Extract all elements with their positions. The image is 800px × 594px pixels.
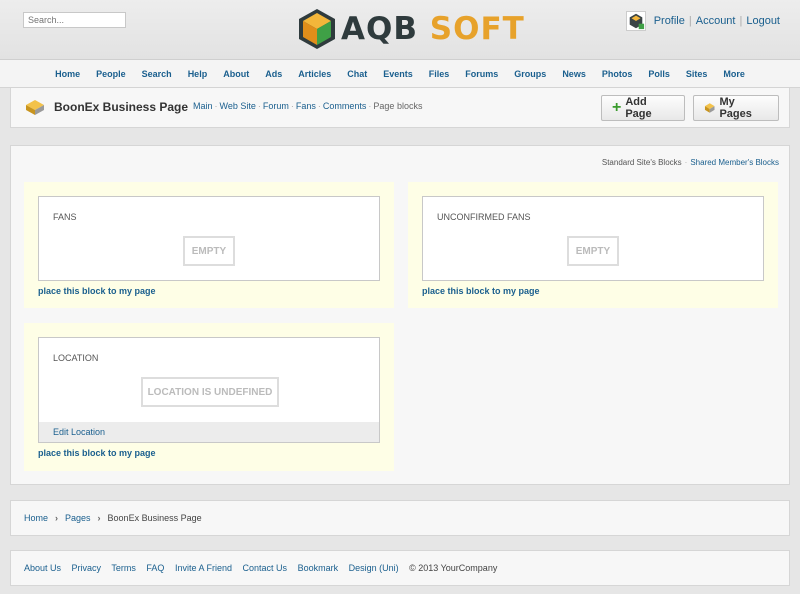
location-block-zone: LOCATION LOCATION IS UNDEFINED Edit Loca… xyxy=(24,323,394,471)
main-nav: Home People Search Help About Ads Articl… xyxy=(0,60,800,88)
footer-invite-friend[interactable]: Invite A Friend xyxy=(175,563,232,573)
avatar[interactable] xyxy=(625,11,646,31)
location-block-footer: Edit Location xyxy=(39,422,379,442)
unconfirmed-fans-block-title: UNCONFIRMED FANS xyxy=(437,212,531,222)
nav-groups[interactable]: Groups xyxy=(514,69,546,79)
nav-ads[interactable]: Ads xyxy=(265,69,282,79)
unconfirmed-fans-block: UNCONFIRMED FANS EMPTY xyxy=(422,196,764,281)
nav-more[interactable]: More xyxy=(723,69,745,79)
site-logo[interactable]: AQB SOFT xyxy=(297,5,525,53)
chevron-right-icon: › xyxy=(55,513,59,523)
nav-home[interactable]: Home xyxy=(55,69,80,79)
fans-block: FANS EMPTY xyxy=(38,196,380,281)
logo-text-aqb: AQB xyxy=(341,11,418,47)
fans-place-block-link[interactable]: place this block to my page xyxy=(38,286,156,296)
nav-about[interactable]: About xyxy=(223,69,249,79)
nav-articles[interactable]: Articles xyxy=(298,69,331,79)
add-page-label: Add Page xyxy=(625,96,652,120)
location-block: LOCATION LOCATION IS UNDEFINED Edit Loca… xyxy=(38,337,380,443)
logout-link[interactable]: Logout xyxy=(746,15,780,27)
profile-link[interactable]: Profile xyxy=(654,15,685,27)
breadcrumb-pages[interactable]: Pages xyxy=(65,513,91,523)
fans-block-zone: FANS EMPTY place this block to my page xyxy=(24,182,394,308)
footer-contact-us[interactable]: Contact Us xyxy=(243,563,288,573)
subnav-website[interactable]: Web Site xyxy=(220,101,256,111)
footer-faq[interactable]: FAQ xyxy=(146,563,164,573)
nav-files[interactable]: Files xyxy=(429,69,450,79)
page-icon xyxy=(26,100,44,115)
add-page-button[interactable]: + Add Page xyxy=(601,95,685,121)
nav-photos[interactable]: Photos xyxy=(602,69,633,79)
breadcrumb-home[interactable]: Home xyxy=(24,513,48,523)
pages-icon xyxy=(704,103,715,113)
breadcrumb-current: BoonEx Business Page xyxy=(107,513,202,523)
nav-polls[interactable]: Polls xyxy=(648,69,670,79)
nav-news[interactable]: News xyxy=(562,69,586,79)
subnav-page-blocks: Page blocks xyxy=(373,101,423,111)
location-block-title: LOCATION xyxy=(53,353,99,363)
nav-help[interactable]: Help xyxy=(188,69,208,79)
search-input[interactable] xyxy=(23,12,126,28)
fans-block-title: FANS xyxy=(53,212,77,222)
logo-text-soft: SOFT xyxy=(429,11,525,47)
footer-copyright: © 2013 YourCompany xyxy=(409,563,498,573)
unconfirmed-place-block-link[interactable]: place this block to my page xyxy=(422,286,540,296)
page-blocks-area: Standard Site's Blocks · Shared Member's B… xyxy=(10,145,790,485)
user-menu: Profile | Account | Logout xyxy=(625,11,780,31)
footer-terms[interactable]: Terms xyxy=(111,563,136,573)
unconfirmed-fans-block-zone: UNCONFIRMED FANS EMPTY place this block … xyxy=(408,182,778,308)
separator: · xyxy=(257,101,261,111)
separator: · xyxy=(214,101,218,111)
page-header: BoonEx Business Page Main · Web Site · Forum… xyxy=(10,88,790,128)
plus-icon: + xyxy=(612,99,622,116)
footer-bookmark[interactable]: Bookmark xyxy=(298,563,339,573)
block-type-links: Standard Site's Blocks · Shared Member's B… xyxy=(602,158,779,167)
edit-location-link[interactable]: Edit Location xyxy=(53,427,105,437)
nav-search[interactable]: Search xyxy=(142,69,172,79)
location-place-block-link[interactable]: place this block to my page xyxy=(38,448,156,458)
my-pages-button[interactable]: My Pages xyxy=(693,95,779,121)
nav-chat[interactable]: Chat xyxy=(347,69,367,79)
my-pages-label: My Pages xyxy=(719,96,752,120)
nav-sites[interactable]: Sites xyxy=(686,69,708,79)
breadcrumb: Home › Pages › BoonEx Business Page xyxy=(10,500,790,536)
unconfirmed-empty-badge: EMPTY xyxy=(567,236,619,266)
subnav-main[interactable]: Main xyxy=(193,101,213,111)
separator: | xyxy=(739,15,743,27)
separator: · xyxy=(290,101,294,111)
nav-events[interactable]: Events xyxy=(383,69,413,79)
subnav-fans[interactable]: Fans xyxy=(296,101,316,111)
standard-blocks-label: Standard Site's Blocks xyxy=(601,158,682,167)
page-subnav: Main · Web Site · Forum · Fans · Comments · Page b… xyxy=(193,101,422,111)
nav-forums[interactable]: Forums xyxy=(465,69,498,79)
separator: | xyxy=(688,15,692,27)
subnav-forum[interactable]: Forum xyxy=(263,101,289,111)
location-undefined-badge: LOCATION IS UNDEFINED xyxy=(141,377,279,407)
footer-privacy[interactable]: Privacy xyxy=(72,563,102,573)
chevron-right-icon: › xyxy=(97,513,101,523)
separator: · xyxy=(684,158,688,167)
shared-blocks-link[interactable]: Shared Member's Blocks xyxy=(690,158,779,167)
logo-cube-icon xyxy=(299,9,335,49)
site-header: AQB SOFT Profile | Account | Logout xyxy=(0,0,800,60)
nav-people[interactable]: People xyxy=(96,69,126,79)
page-title: BoonEx Business Page xyxy=(54,100,189,114)
fans-empty-badge: EMPTY xyxy=(183,236,235,266)
site-footer: About Us Privacy Terms FAQ Invite A Frie… xyxy=(10,550,790,586)
footer-about-us[interactable]: About Us xyxy=(24,563,61,573)
account-link[interactable]: Account xyxy=(696,15,736,27)
separator: · xyxy=(368,101,372,111)
subnav-comments[interactable]: Comments xyxy=(323,101,367,111)
footer-design[interactable]: Design (Uni) xyxy=(349,563,399,573)
separator: · xyxy=(317,101,321,111)
